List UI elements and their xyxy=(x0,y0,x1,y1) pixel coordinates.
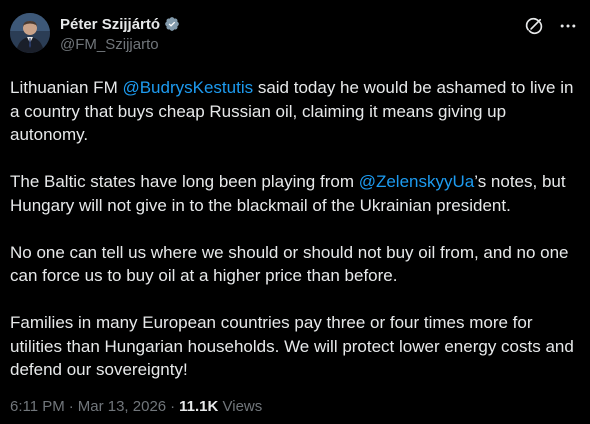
avatar-image xyxy=(10,13,50,53)
author-handle[interactable]: @FM_Szijjarto xyxy=(60,36,180,53)
tweet-date[interactable]: Mar 13, 2026 xyxy=(78,398,166,415)
avatar[interactable] xyxy=(10,13,50,53)
views-count[interactable]: 11.1K xyxy=(179,398,218,415)
tweet-paragraph-4: Families in many European countries pay … xyxy=(10,313,574,379)
tweet-time[interactable]: 6:11 PM xyxy=(10,398,65,415)
paragraph-1-before: Lithuanian FM xyxy=(10,78,123,97)
views-label: Views xyxy=(222,398,263,415)
tweet-paragraph-2: The Baltic states have long been playing… xyxy=(10,170,576,217)
tweet-paragraph-1: Lithuanian FM @BudrysKestutis said today… xyxy=(10,76,576,147)
more-options-icon[interactable] xyxy=(558,16,578,36)
tweet-paragraph-3: No one can tell us where we should or sh… xyxy=(10,242,569,286)
mention-zelenskyy-link[interactable]: @ZelenskyyUa xyxy=(359,172,475,191)
display-name[interactable]: Péter Szijjártó xyxy=(60,16,160,33)
paragraph-2-before: The Baltic states have long been playing… xyxy=(10,172,359,191)
tweet-meta: 6:11 PM · Mar 13, 2026 · 11.1K Views xyxy=(10,398,262,415)
author-names: Péter Szijjártó @FM_Szijjarto xyxy=(60,14,180,53)
meta-separator-1: · xyxy=(68,398,74,415)
meta-separator-2: · xyxy=(170,398,176,415)
name-row: Péter Szijjártó xyxy=(60,14,180,34)
verified-badge-icon[interactable] xyxy=(164,16,180,32)
tweet-text: Lithuanian FM @BudrysKestutis said today… xyxy=(10,76,576,382)
mention-budrys-link[interactable]: @BudrysKestutis xyxy=(122,78,253,97)
tweet: Péter Szijjártó @FM_Szijjarto Lithuanian… xyxy=(0,0,590,424)
header-actions xyxy=(524,16,578,36)
grok-icon[interactable] xyxy=(524,16,544,36)
tweet-header: Péter Szijjártó @FM_Szijjarto xyxy=(10,10,580,62)
